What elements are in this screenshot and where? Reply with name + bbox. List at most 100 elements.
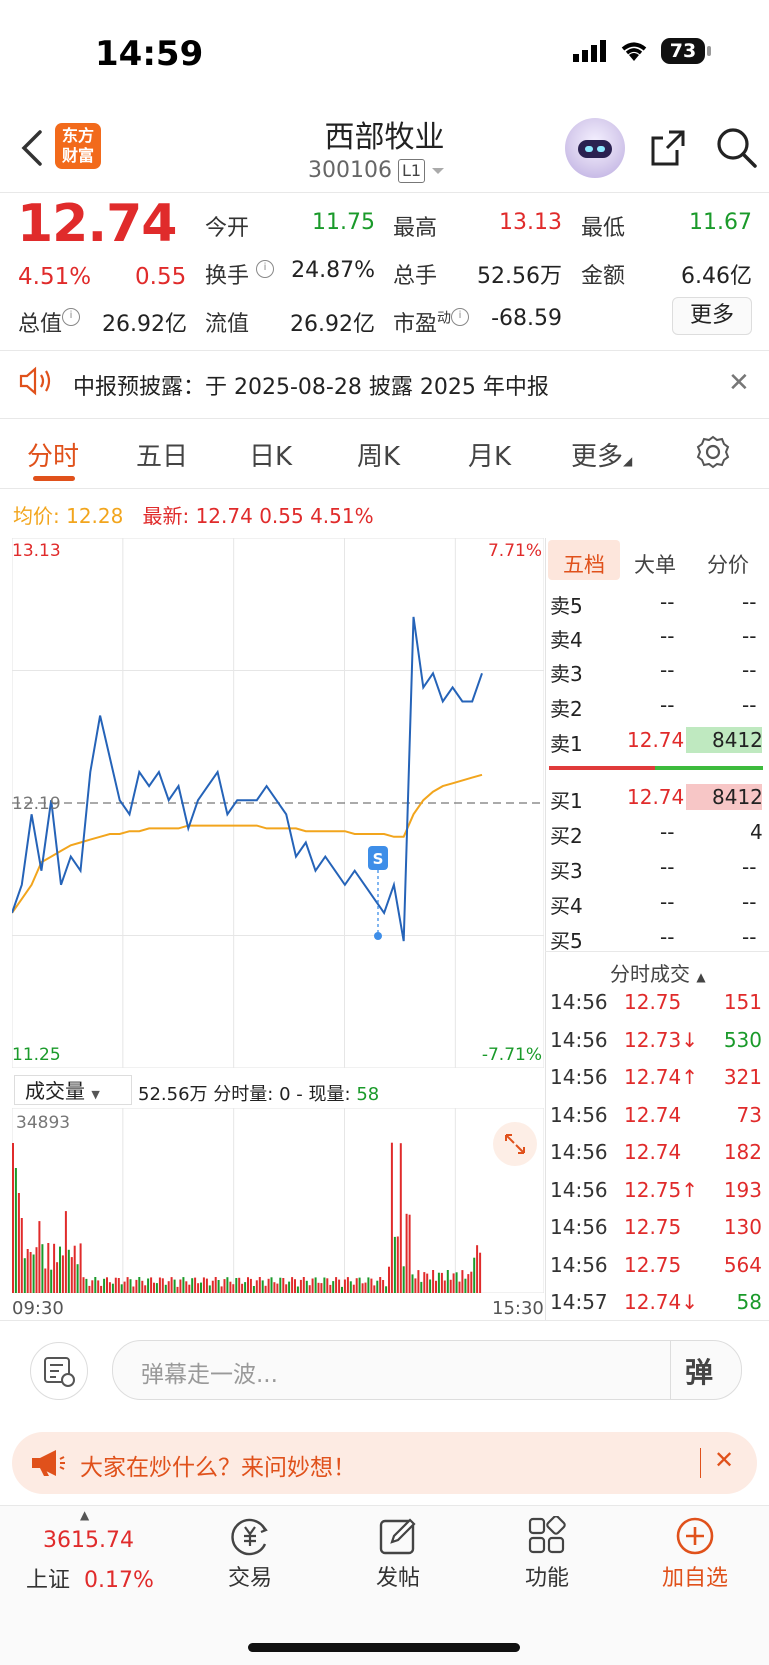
divider <box>700 1448 701 1478</box>
volume-bar <box>443 1280 446 1293</box>
current-price: 12.74 <box>17 194 177 254</box>
volume-bar <box>153 1282 155 1293</box>
volume-bar <box>185 1281 188 1293</box>
volume-bar <box>388 1266 390 1293</box>
tick-time: 14:56 <box>550 1027 608 1052</box>
volume-bar <box>144 1285 147 1293</box>
volume-bar <box>82 1277 85 1293</box>
volume-bar <box>12 1143 14 1293</box>
index-value[interactable]: 3615.74 <box>43 1528 134 1553</box>
volume-bar <box>129 1279 132 1293</box>
turnover-value: 24.87% <box>291 258 375 283</box>
volume-bar <box>285 1284 288 1293</box>
volume-bar <box>50 1269 53 1293</box>
volume-bar <box>390 1142 393 1293</box>
tab-monthly-k[interactable]: 月K <box>468 436 511 473</box>
volume-bar <box>111 1283 114 1293</box>
volume-bar <box>452 1273 455 1293</box>
tab-price-dist[interactable]: 分价 <box>707 549 749 579</box>
volume-bar <box>79 1243 82 1293</box>
search-icon[interactable] <box>715 126 759 170</box>
volume-label: 总手 <box>393 264 438 289</box>
volume-bar <box>355 1278 358 1293</box>
volume-bar <box>252 1286 255 1293</box>
volume-bar <box>338 1279 341 1293</box>
info-icon[interactable]: i <box>256 260 275 278</box>
tab-five-levels[interactable]: 五档 <box>563 549 605 579</box>
post-icon[interactable] <box>378 1516 418 1556</box>
volume-bar <box>343 1279 346 1293</box>
tab-functions[interactable]: 功能 <box>497 1560 597 1592</box>
avg-value: 12.28 <box>66 504 124 528</box>
amount-label: 金额 <box>581 264 626 289</box>
add-watch-icon[interactable] <box>675 1516 715 1556</box>
tab-fenshi[interactable]: 分时 <box>27 436 79 473</box>
low-label: 最低 <box>581 216 626 241</box>
ai-assistant-icon[interactable] <box>565 118 625 178</box>
danmu-toggle-button[interactable] <box>30 1342 88 1400</box>
functions-icon[interactable] <box>527 1516 567 1556</box>
tab-weekly-k[interactable]: 周K <box>357 436 400 473</box>
tab-big-orders[interactable]: 大单 <box>634 549 676 579</box>
ticks-title[interactable]: 分时成交 ▲ <box>610 958 706 987</box>
volume-bar <box>473 1257 476 1293</box>
volume-bar <box>396 1236 399 1293</box>
volume-bar <box>455 1272 458 1293</box>
total-cap-value: 26.92亿 <box>102 312 187 337</box>
volume-bar <box>464 1278 467 1293</box>
latest-label: 最新: <box>142 504 190 528</box>
volume-bar <box>302 1277 305 1293</box>
volume-bar <box>200 1282 202 1293</box>
tab-add-watchlist[interactable]: 加自选 <box>645 1560 745 1592</box>
danmu-send-button[interactable]: 弹 <box>685 1351 713 1391</box>
divider <box>670 1341 671 1399</box>
danmu-input[interactable]: 弹幕走一波... <box>141 1355 278 1389</box>
divider <box>545 951 769 952</box>
volume-bar <box>155 1283 158 1293</box>
notice-text[interactable]: 中报预披露：于 2025-08-28 披露 2025 年中报 <box>73 369 549 401</box>
y-high-label: 13.13 <box>12 541 61 561</box>
more-button[interactable]: 更多 <box>672 297 752 335</box>
share-icon[interactable] <box>647 126 689 168</box>
volume-chart[interactable]: 34893 <box>12 1108 544 1293</box>
danmu-input-wrap[interactable]: 弹幕走一波... 弹 <box>112 1340 742 1400</box>
volume-bar <box>197 1283 200 1293</box>
volume-bar <box>123 1281 126 1293</box>
tab-more[interactable]: 更多◢ <box>571 436 632 473</box>
banner-close-icon[interactable]: ✕ <box>714 1446 734 1474</box>
tick-time: 14:56 <box>550 990 608 1014</box>
volume-bar <box>70 1257 73 1293</box>
avg-label: 均价: <box>13 504 60 528</box>
intraday-chart[interactable]: S 13.13 12.19 11.25 7.71% -7.71% <box>12 538 544 1068</box>
ask-banner[interactable]: 大家在炒什么？来问妙想！ ✕ <box>12 1432 757 1494</box>
divider <box>0 488 769 489</box>
tab-trade[interactable]: 交易 <box>200 1560 300 1592</box>
chart-info-row: 均价: 12.28 最新: 12.74 0.55 4.51% <box>13 500 374 529</box>
tab-post[interactable]: 发帖 <box>348 1560 448 1592</box>
volume-bar <box>393 1236 396 1293</box>
trade-icon[interactable] <box>229 1516 271 1556</box>
stock-code-row[interactable]: 300106 L1 <box>308 158 445 183</box>
volume-grid <box>122 1108 456 1293</box>
info-icon[interactable]: i <box>451 308 470 326</box>
tick-volume: 151 <box>723 990 762 1014</box>
volume-selector[interactable]: 成交量 ▼ <box>14 1075 132 1105</box>
tick-price: 12.75 <box>624 1252 682 1277</box>
tick-time: 14:56 <box>550 1215 608 1239</box>
volume-bar <box>241 1283 244 1293</box>
volume-bar <box>399 1143 402 1293</box>
volume-bar <box>114 1277 117 1293</box>
index-row[interactable]: 上证 0.17% <box>26 1562 154 1594</box>
volume-bar <box>182 1277 185 1293</box>
volume-bar <box>126 1277 129 1293</box>
high-label: 最高 <box>393 216 438 241</box>
tab-five-day[interactable]: 五日 <box>136 436 188 473</box>
notice-close-icon[interactable]: ✕ <box>728 368 750 398</box>
tick-price: 12.74 <box>624 1102 682 1127</box>
amount-value: 6.46亿 <box>681 264 752 289</box>
volume-bar <box>179 1279 182 1293</box>
settings-icon[interactable] <box>695 434 731 470</box>
tab-daily-k[interactable]: 日K <box>249 436 292 473</box>
megaphone-icon <box>32 1450 65 1476</box>
info-icon[interactable]: i <box>62 308 81 326</box>
